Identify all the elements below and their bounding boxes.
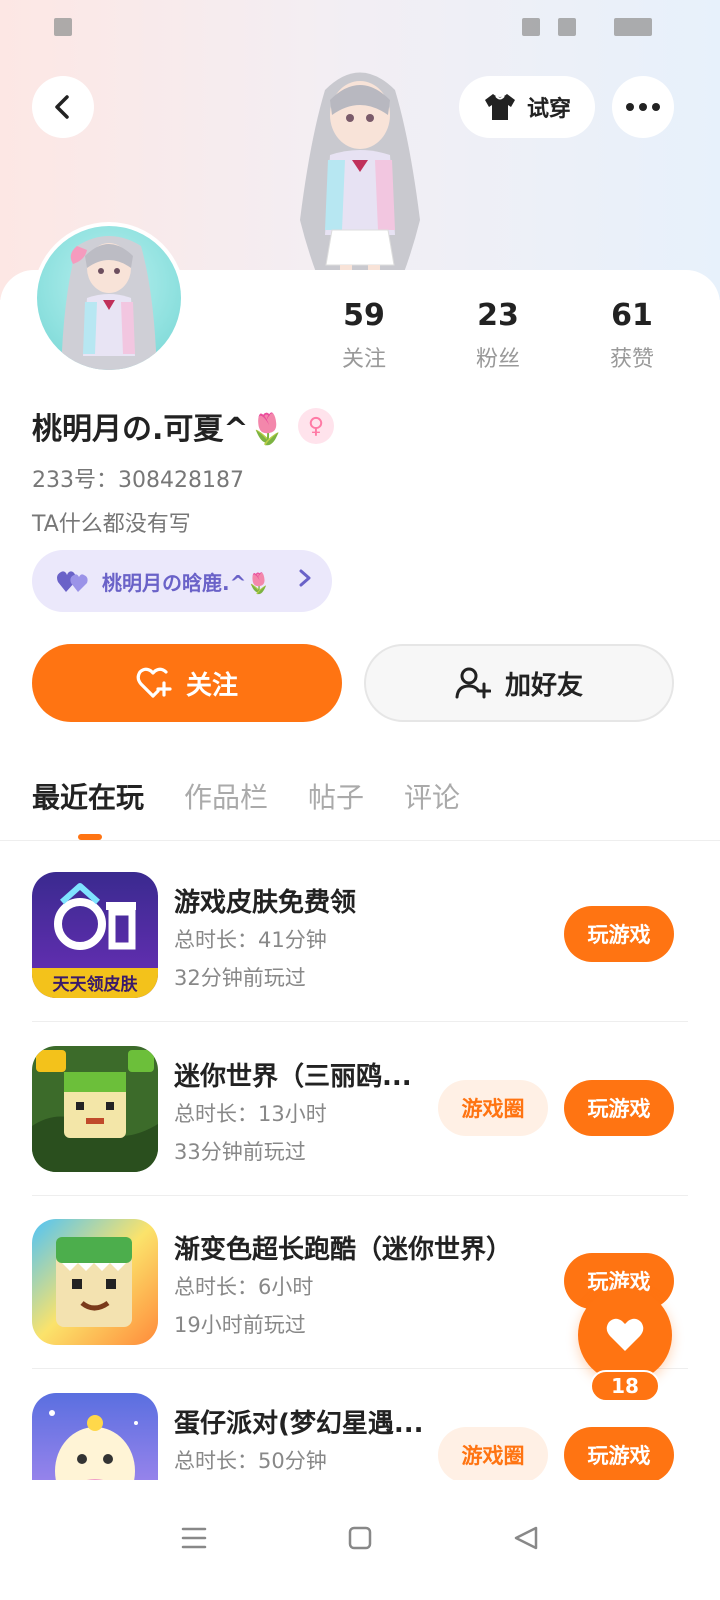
game-circle-button[interactable]: 游戏圈: [438, 1080, 548, 1136]
add-friend-label: 加好友: [504, 670, 583, 701]
game-list-item[interactable]: 迷你世界（三丽鸥... 总时长：13小时 33分钟前玩过 游戏圈 玩游戏: [32, 1046, 688, 1220]
tab-posts[interactable]: 帖子: [308, 776, 364, 816]
couple-name: 桃明月の晗鹿.^🌷: [102, 570, 272, 595]
game-icon-skin-giveaway: 天天领皮肤: [32, 872, 158, 998]
tab-recently-played[interactable]: 最近在玩: [32, 776, 144, 816]
game-circle-button[interactable]: 游戏圈: [438, 1427, 548, 1483]
user-id: 233号：308428187: [32, 468, 244, 493]
game-title: 蛋仔派对(梦幻星遇...: [174, 1409, 424, 1439]
game-title: 渐变色超长跑酷（迷你世界）: [174, 1235, 513, 1265]
svg-text:天天领皮肤: 天天领皮肤: [53, 974, 139, 995]
try-on-button[interactable]: 试穿: [459, 76, 595, 138]
try-on-label: 试穿: [526, 97, 571, 122]
game-title: 游戏皮肤免费领: [174, 888, 357, 918]
avatar-figure: [61, 236, 157, 370]
stat-fans-label: 粉丝: [475, 347, 520, 372]
user-avatar[interactable]: [33, 222, 185, 374]
chevron-left-icon: [55, 95, 69, 119]
more-dots-icon: [626, 103, 660, 111]
heart-icon: [606, 1318, 644, 1351]
profile-tabs: 最近在玩 作品栏 帖子 评论: [32, 776, 460, 816]
user-bio: TA什么都没有写: [32, 512, 191, 537]
back-button[interactable]: [32, 76, 94, 138]
back-triangle-icon: [515, 1526, 538, 1550]
status-bar: [0, 0, 720, 56]
profile-name-row: 桃明月の.可夏^🌷 ♀: [32, 404, 334, 448]
avatar-image: [37, 226, 181, 370]
battery-icon: [614, 18, 652, 36]
status-icon: [54, 18, 72, 36]
more-options-button[interactable]: [612, 76, 674, 138]
play-game-button[interactable]: 玩游戏: [564, 1427, 674, 1483]
like-count-badge: 18: [590, 1370, 660, 1402]
tabs-divider: [0, 840, 720, 841]
status-icon: [522, 18, 540, 36]
game-last-played: 19小时前玩过: [174, 1313, 306, 1337]
row-divider: [32, 1021, 688, 1022]
game-icon-parkour: [32, 1219, 158, 1345]
menu-icon: [181, 1527, 206, 1549]
stat-following-count: 59: [343, 298, 385, 333]
menu-nav-button[interactable]: [180, 1525, 208, 1555]
game-title: 迷你世界（三丽鸥...: [174, 1062, 412, 1092]
play-game-button[interactable]: 玩游戏: [564, 906, 674, 962]
game-duration: 总时长：50分钟: [174, 1449, 327, 1473]
female-gender-icon: ♀: [297, 408, 334, 444]
tab-works[interactable]: 作品栏: [184, 776, 268, 816]
back-nav-button[interactable]: [512, 1525, 540, 1555]
stat-fans[interactable]: 23 粉丝: [438, 298, 558, 373]
follow-button[interactable]: 关注: [32, 644, 342, 722]
stat-following[interactable]: 59 关注: [304, 298, 424, 373]
stat-likes[interactable]: 61 获赞: [572, 298, 692, 373]
hero-avatar-figure: [300, 72, 420, 295]
follow-label: 关注: [185, 670, 238, 701]
game-last-played: 33分钟前玩过: [174, 1140, 306, 1164]
home-nav-button[interactable]: [347, 1525, 373, 1555]
add-user-icon: [455, 667, 491, 699]
home-square-icon: [348, 1526, 372, 1550]
row-divider: [32, 1195, 688, 1196]
system-navigation-bar: [0, 1480, 720, 1600]
heart-plus-icon: [136, 667, 172, 698]
game-duration: 总时长：41分钟: [174, 928, 327, 952]
game-icon-mini-world: [32, 1046, 158, 1172]
user-name: 桃明月の.可夏^🌷: [32, 412, 286, 447]
status-icon: [558, 18, 576, 36]
stat-following-label: 关注: [341, 347, 386, 372]
double-heart-icon: [57, 571, 88, 592]
floating-like-button[interactable]: [578, 1288, 672, 1382]
chevron-right-icon: [298, 568, 312, 594]
tshirt-icon: [484, 94, 515, 120]
add-friend-button[interactable]: 加好友: [364, 644, 674, 722]
game-duration: 总时长：6小时: [174, 1275, 314, 1299]
game-duration: 总时长：13小时: [174, 1102, 327, 1126]
game-last-played: 32分钟前玩过: [174, 966, 306, 990]
row-divider: [32, 1368, 688, 1369]
play-game-button[interactable]: 玩游戏: [564, 1080, 674, 1136]
stat-fans-count: 23: [477, 298, 519, 333]
stat-likes-count: 61: [611, 298, 653, 333]
stat-likes-label: 获赞: [609, 347, 654, 372]
game-list-item[interactable]: 天天领皮肤 游戏皮肤免费领 总时长：41分钟 32分钟前玩过 玩游戏: [32, 872, 688, 1046]
tab-comments[interactable]: 评论: [404, 776, 460, 816]
couple-relation-chip[interactable]: 桃明月の晗鹿.^🌷: [32, 550, 332, 612]
